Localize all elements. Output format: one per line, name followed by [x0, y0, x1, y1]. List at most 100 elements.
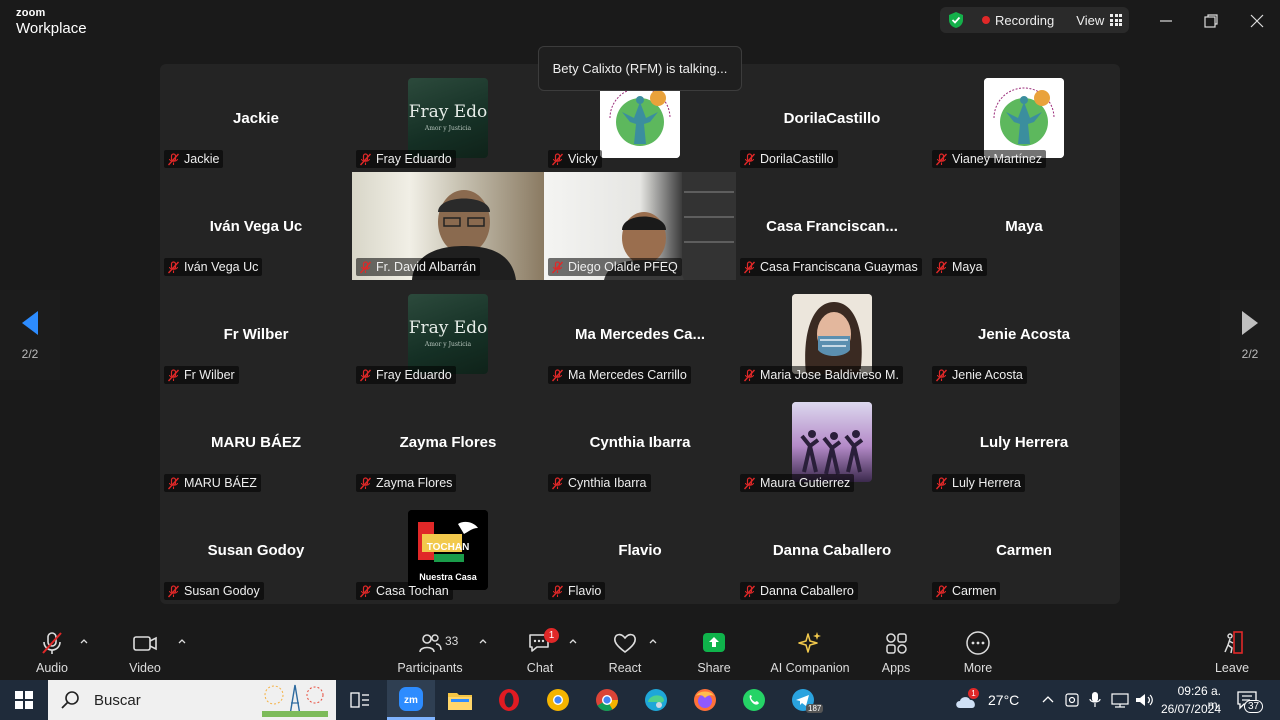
muted-microphone-icon — [167, 368, 180, 381]
task-view-icon — [350, 692, 369, 708]
participant-name: Luly Herrera — [952, 476, 1021, 490]
muted-microphone-icon — [551, 260, 564, 273]
muted-microphone-icon — [935, 152, 948, 165]
participant-tile[interactable]: MARU BÁEZ MARU BÁEZ — [160, 388, 352, 496]
taskbar-search-box[interactable]: Buscar — [48, 680, 336, 720]
video-options-chevron-icon[interactable] — [177, 636, 187, 646]
participant-name: Maria Jose Baldivieso M. — [760, 368, 899, 382]
participant-tile[interactable]: Susan Godoy Susan Godoy — [160, 496, 352, 604]
apps-button[interactable]: Apps — [879, 622, 913, 680]
muted-microphone-icon — [551, 584, 564, 597]
windows-logo-icon — [15, 691, 33, 709]
participant-name-label: Jackie — [164, 150, 224, 168]
muted-microphone-icon — [551, 368, 564, 381]
participant-tile[interactable]: DorilaCastillo DorilaCastillo — [736, 64, 928, 172]
participant-name: Flavio — [568, 584, 602, 598]
more-button[interactable]: More — [960, 622, 996, 680]
participant-tile[interactable]: Maya Maya — [928, 172, 1120, 280]
taskbar-chrome-yellow[interactable] — [534, 680, 582, 720]
participant-name: Jenie Acosta — [952, 368, 1023, 382]
participant-tile[interactable]: Maura Gutierrez — [736, 388, 928, 496]
participant-tile[interactable]: Vianey Martínez — [928, 64, 1120, 172]
video-label: Video — [129, 661, 161, 675]
recording-dot-icon — [982, 16, 990, 24]
taskbar-opera[interactable] — [485, 680, 533, 720]
video-button[interactable]: Video — [126, 622, 164, 680]
participant-name-label: Susan Godoy — [164, 582, 264, 600]
weather-temperature: 27°C — [988, 692, 1020, 708]
audio-button[interactable]: Audio — [34, 622, 70, 680]
taskbar-firefox[interactable] — [681, 680, 729, 720]
taskbar-zoom-app[interactable]: zm — [387, 680, 435, 720]
video-camera-icon — [133, 636, 157, 651]
apps-icon — [886, 633, 907, 654]
search-placeholder: Buscar — [94, 691, 141, 709]
chat-label: Chat — [526, 661, 554, 675]
network-icon[interactable] — [1110, 691, 1130, 709]
participant-name-label: Zayma Flores — [356, 474, 457, 492]
participants-options-chevron-icon[interactable] — [478, 636, 488, 646]
ai-companion-button[interactable]: AI Companion — [770, 622, 850, 680]
audio-options-chevron-icon[interactable] — [79, 636, 89, 646]
minimize-icon[interactable] — [1155, 10, 1177, 32]
participant-name: Vicky — [568, 152, 598, 166]
participant-tile[interactable]: Maria Jose Baldivieso M. — [736, 280, 928, 388]
participant-tile[interactable]: TOCHAN Nuestra Casa Casa Tochan — [352, 496, 544, 604]
task-view-button[interactable] — [336, 680, 384, 720]
participant-name-label: Carmen — [932, 582, 1001, 600]
participant-tile[interactable]: Fray Edo Amor y Justicia Fray Eduardo — [352, 280, 544, 388]
react-options-chevron-icon[interactable] — [648, 636, 658, 646]
taskbar-telegram[interactable]: 187 — [779, 680, 827, 720]
next-page-nav[interactable]: 2/2 — [1220, 290, 1280, 380]
participant-avatar: TOCHAN Nuestra Casa — [408, 510, 488, 590]
participant-tile[interactable]: Jackie Jackie — [160, 64, 352, 172]
react-button[interactable]: React — [607, 622, 643, 680]
participant-name: Fray Eduardo — [376, 368, 452, 382]
participant-tile[interactable]: Ma Mercedes Ca... Ma Mercedes Carrillo — [544, 280, 736, 388]
participant-name: Fr. David Albarrán — [376, 260, 477, 274]
participant-tile[interactable]: Luly Herrera Luly Herrera — [928, 388, 1120, 496]
device-icon[interactable] — [1064, 691, 1080, 709]
previous-page-arrow-icon[interactable] — [20, 309, 40, 337]
participant-name-label: Vicky — [548, 150, 602, 168]
participant-tile[interactable]: Danna Caballero Danna Caballero — [736, 496, 928, 604]
participant-tile[interactable]: Fr. David Albarrán — [352, 172, 544, 280]
participant-name-label: Luly Herrera — [932, 474, 1025, 492]
taskbar-file-explorer[interactable] — [436, 680, 484, 720]
chat-options-chevron-icon[interactable] — [568, 636, 578, 646]
clock-date[interactable]: 26/07/2024 — [1160, 702, 1221, 716]
participant-tile[interactable]: Diego Olalde PFEQ — [544, 172, 736, 280]
restore-icon[interactable] — [1200, 10, 1222, 32]
participant-tile[interactable]: Carmen Carmen — [928, 496, 1120, 604]
taskbar-chrome[interactable] — [583, 680, 631, 720]
share-screen-icon — [703, 633, 725, 652]
participants-icon — [419, 634, 442, 653]
taskbar-edge[interactable] — [632, 680, 680, 720]
previous-page-nav[interactable]: 2/2 — [0, 290, 60, 380]
recording-pill[interactable]: Recording View — [940, 7, 1129, 33]
participant-tile[interactable]: Casa Franciscan... Casa Franciscana Guaym… — [736, 172, 928, 280]
participant-tile[interactable]: Zayma Flores Zayma Flores — [352, 388, 544, 496]
leave-button[interactable]: Leave — [1214, 622, 1250, 680]
participant-name: Danna Caballero — [760, 584, 854, 598]
show-hidden-icons-chevron-icon[interactable] — [1042, 694, 1054, 704]
participant-tile[interactable]: Flavio Flavio — [544, 496, 736, 604]
volume-icon[interactable] — [1134, 691, 1154, 709]
view-button[interactable]: View — [1076, 13, 1123, 28]
notification-count-badge: 37 — [1244, 700, 1264, 713]
close-icon[interactable] — [1246, 10, 1268, 32]
participant-tile[interactable]: Fr Wilber Fr Wilber — [160, 280, 352, 388]
windows-start-button[interactable] — [0, 680, 48, 720]
participant-tile[interactable]: Fray Edo Amor y Justicia Fray Eduardo — [352, 64, 544, 172]
participant-name: Diego Olalde PFEQ — [568, 260, 678, 274]
participant-name-label: Maya — [932, 258, 987, 276]
encryption-shield-icon[interactable] — [948, 11, 964, 29]
participant-tile[interactable]: Jenie Acosta Jenie Acosta — [928, 280, 1120, 388]
microphone-in-use-icon[interactable] — [1088, 690, 1102, 710]
next-page-arrow-icon[interactable] — [1240, 309, 1260, 337]
participants-button[interactable]: Participants — [397, 622, 463, 680]
share-button[interactable]: Share — [696, 622, 732, 680]
taskbar-whatsapp[interactable] — [730, 680, 778, 720]
participant-tile[interactable]: Iván Vega Uc Iván Vega Uc — [160, 172, 352, 280]
participant-tile[interactable]: Cynthia Ibarra Cynthia Ibarra — [544, 388, 736, 496]
